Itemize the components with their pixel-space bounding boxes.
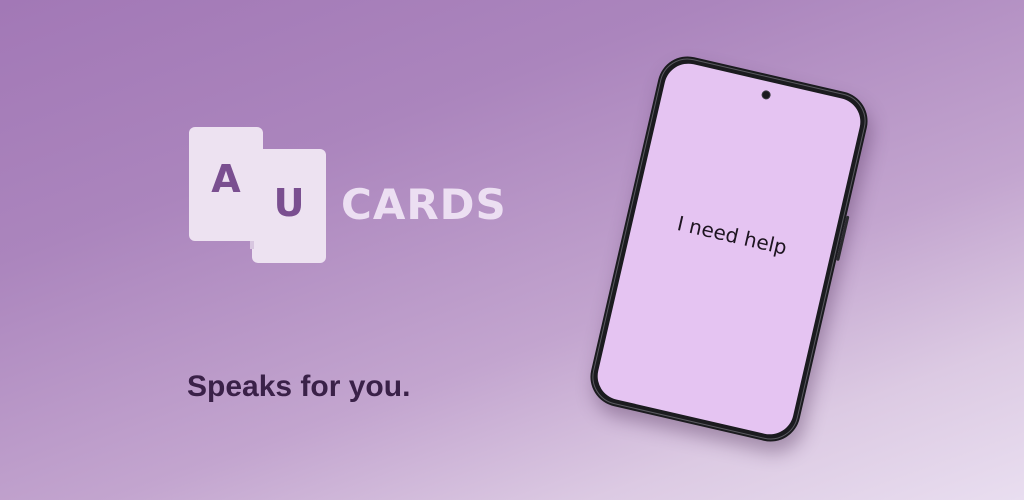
phone-screen: I need help xyxy=(592,58,866,440)
phone-card-message: I need help xyxy=(674,211,790,260)
logo-wordmark: CARDS xyxy=(341,180,507,229)
phone-side-button xyxy=(836,215,850,262)
logo-card-u: U xyxy=(250,149,326,263)
logo-letter-u: U xyxy=(273,181,305,225)
logo-card-a: A xyxy=(189,127,263,241)
logo-letter-a: A xyxy=(211,157,241,201)
tagline: Speaks for you. xyxy=(187,370,411,403)
phone-mockup: I need help xyxy=(584,50,874,448)
au-cards-logo: A U CARDS xyxy=(188,126,528,266)
front-camera-icon xyxy=(760,89,772,101)
promo-banner: A U CARDS Speaks for you. I need help xyxy=(0,0,1024,500)
